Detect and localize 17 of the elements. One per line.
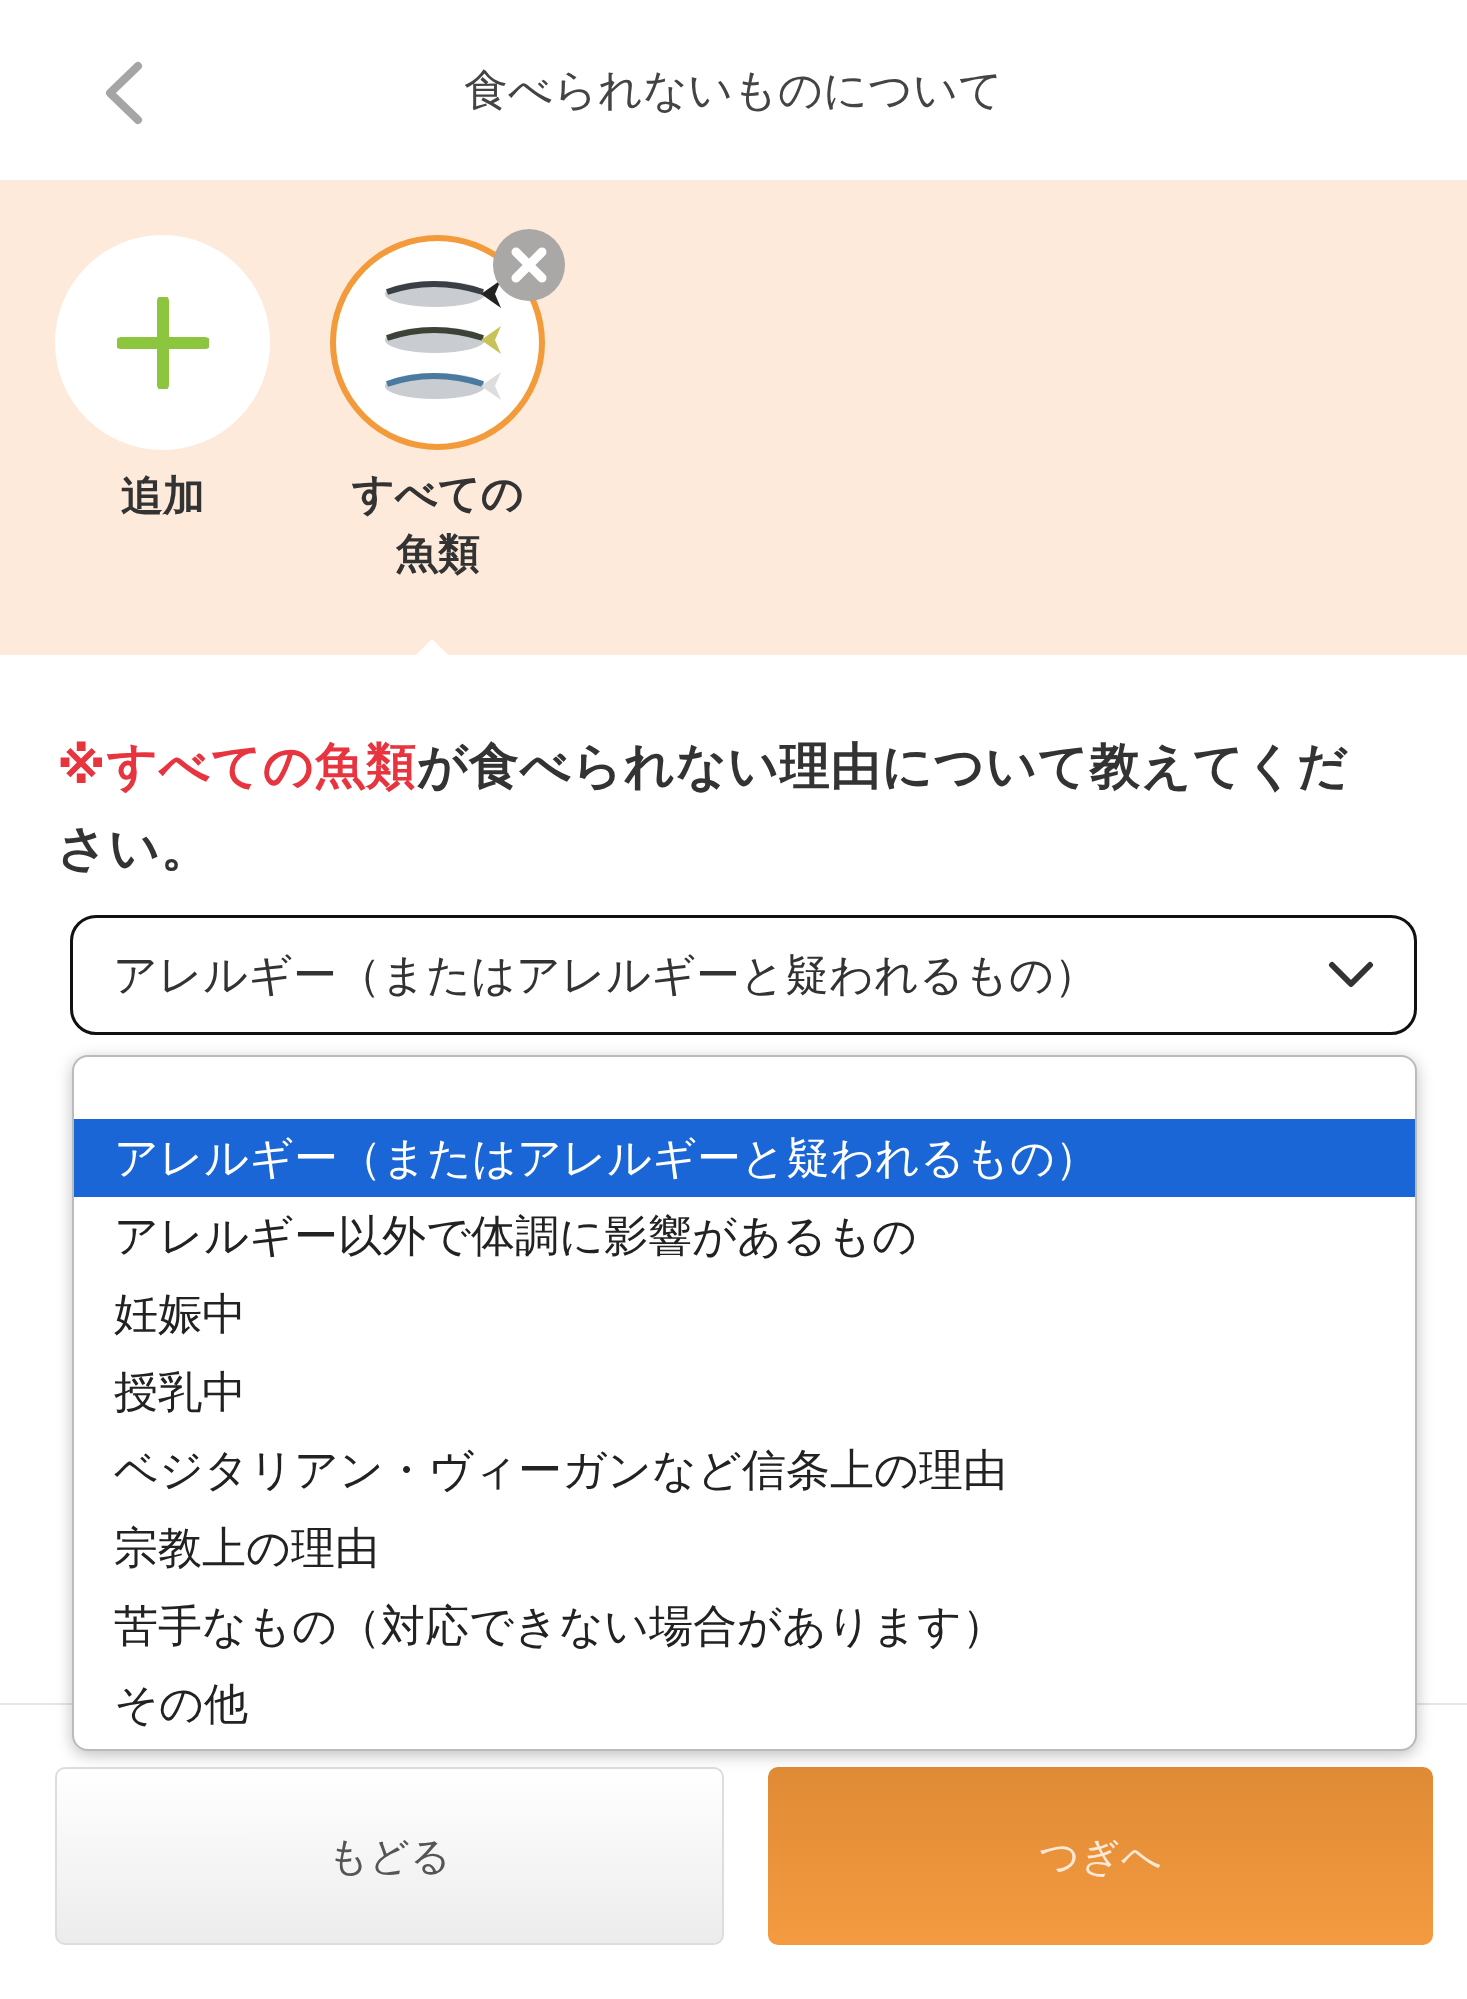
- item-label: すべての 魚類: [351, 468, 524, 580]
- pointer-notch: [416, 639, 448, 655]
- dropdown-option[interactable]: 授乳中: [74, 1353, 1415, 1431]
- back-button[interactable]: もどる: [55, 1767, 724, 1945]
- dropdown-option[interactable]: 宗教上の理由: [74, 1509, 1415, 1587]
- chevron-icon: [1328, 960, 1374, 990]
- plus-icon: [116, 296, 209, 389]
- item-label: 追加: [120, 470, 205, 522]
- dropdown-option[interactable]: その他: [74, 1665, 1415, 1743]
- dropdown-option[interactable]: アレルギー以外で体調に影響があるもの: [74, 1197, 1415, 1275]
- dropdown-option[interactable]: ベジタリアン・ヴィーガンなど信条上の理由: [74, 1431, 1415, 1509]
- page-title: 食べられないものについて: [464, 63, 1003, 117]
- question-text: ※すべての魚類が食べられない理由について教えてください。: [57, 736, 1350, 879]
- dropdown-option[interactable]: 妊娠中: [74, 1275, 1415, 1353]
- dropdown-option[interactable]: アレルギー（またはアレルギーと疑われるもの）: [74, 1119, 1415, 1197]
- dropdown-option[interactable]: 苦手なもの（対応できない場合があります）: [74, 1587, 1415, 1665]
- select-field[interactable]: アレルギー（またはアレルギーと疑われるもの）: [70, 915, 1417, 1035]
